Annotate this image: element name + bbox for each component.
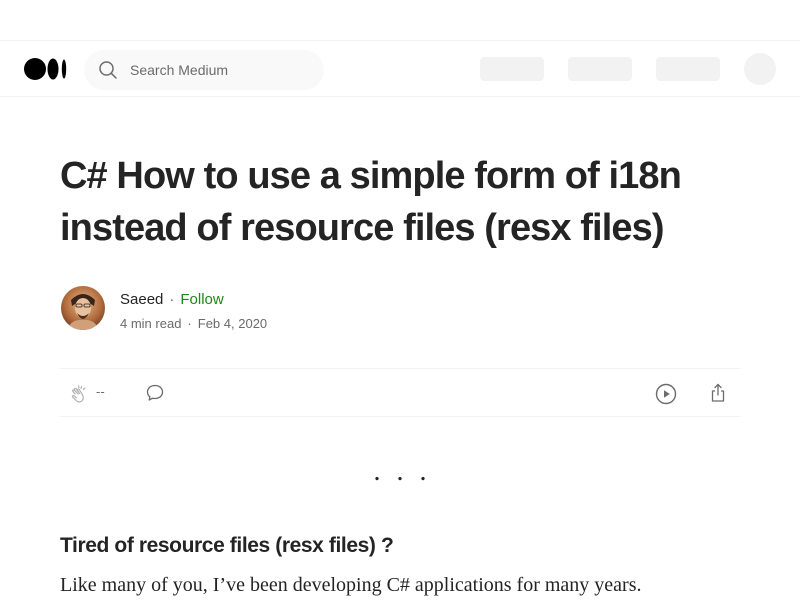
search-box[interactable]	[84, 50, 324, 90]
author-line: Saeed · Follow	[120, 290, 224, 310]
meta-separator: ·	[187, 316, 192, 331]
section-heading: Tired of resource files (resx files) ?	[60, 534, 394, 557]
medium-logo-icon[interactable]	[24, 58, 68, 80]
search-icon	[98, 60, 118, 80]
article-body-paragraph: Like many of you, I’ve been developing C…	[60, 574, 642, 596]
article-meta: 4 min read · Feb 4, 2020	[120, 315, 267, 333]
follow-button[interactable]: Follow	[180, 291, 223, 308]
comment-icon[interactable]	[144, 382, 166, 404]
author-avatar[interactable]	[61, 286, 105, 330]
share-icon[interactable]	[706, 381, 730, 405]
author-name[interactable]: Saeed	[120, 291, 163, 308]
top-navigation-bar	[0, 40, 800, 97]
user-avatar-placeholder[interactable]	[744, 53, 776, 85]
nav-placeholder-3	[656, 57, 720, 81]
play-icon[interactable]	[654, 382, 678, 406]
article-action-bar: --	[60, 368, 740, 417]
section-separator: ...	[373, 456, 443, 487]
nav-placeholder-2	[568, 57, 632, 81]
clap-count: --	[96, 384, 105, 399]
search-input[interactable]	[130, 50, 310, 90]
publish-date: Feb 4, 2020	[197, 316, 268, 331]
read-time: 4 min read	[120, 316, 182, 331]
author-separator: ·	[169, 291, 175, 308]
clap-icon[interactable]	[68, 382, 92, 406]
nav-placeholder-1	[480, 57, 544, 81]
article-title: C# How to use a simple form of i18n inst…	[60, 155, 682, 249]
